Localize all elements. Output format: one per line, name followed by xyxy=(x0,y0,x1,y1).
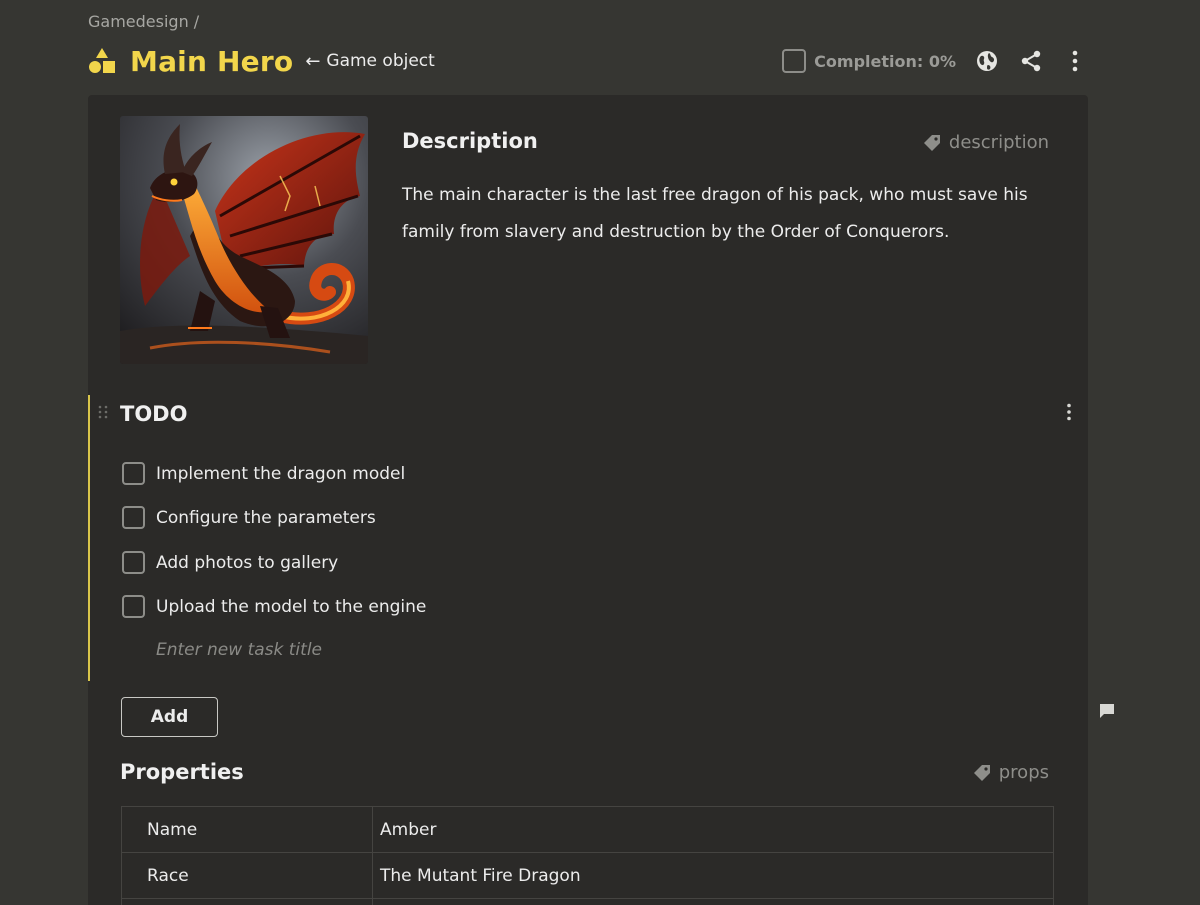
property-value[interactable]: The Mutant Fire Dragon xyxy=(372,852,1054,899)
tag-icon xyxy=(923,134,940,151)
properties-table: Name Amber Race The Mutant Fire Dragon xyxy=(121,806,1054,905)
header-actions: Completion: 0% xyxy=(782,46,1088,76)
todo-checkbox[interactable] xyxy=(122,551,145,574)
object-type-link[interactable]: ← Game object xyxy=(305,51,435,72)
todo-checkbox[interactable] xyxy=(122,462,145,485)
share-icon[interactable] xyxy=(1018,48,1044,74)
todo-item-label: Implement the dragon model xyxy=(156,463,406,484)
shapes-icon xyxy=(89,48,115,73)
todo-title: TODO xyxy=(120,402,188,426)
todo-checkbox[interactable] xyxy=(122,595,145,618)
property-name[interactable]: Race xyxy=(121,852,373,899)
property-name[interactable]: Name xyxy=(121,806,373,853)
completion-label: Completion: 0% xyxy=(814,51,956,71)
more-vertical-icon[interactable] xyxy=(1062,48,1088,74)
property-value[interactable] xyxy=(372,898,1054,905)
todo-item[interactable]: Add photos to gallery xyxy=(122,551,338,574)
completion-checkbox[interactable] xyxy=(782,49,807,73)
todo-item[interactable]: Upload the model to the engine xyxy=(122,595,426,618)
add-task-button[interactable]: Add xyxy=(121,697,218,737)
completion-toggle[interactable]: Completion: 0% xyxy=(782,49,956,73)
todo-checkbox[interactable] xyxy=(122,506,145,529)
table-row[interactable]: Race The Mutant Fire Dragon xyxy=(121,852,1054,899)
arrow-left-icon: ← xyxy=(305,50,321,72)
description-text[interactable]: The main character is the last free drag… xyxy=(402,177,1042,251)
todo-item-label: Upload the model to the engine xyxy=(156,596,427,617)
properties-tag-label: props xyxy=(998,762,1049,783)
properties-title: Properties xyxy=(120,760,244,784)
properties-tag[interactable]: props xyxy=(973,762,1049,783)
object-card: Description description The main charact… xyxy=(88,95,1088,905)
page: Gamedesign / Main Hero ← Game object Com… xyxy=(0,0,1200,905)
title-row: Main Hero ← Game object xyxy=(88,42,435,80)
todo-section: TODO Implement the dragon model Configur… xyxy=(88,395,1088,681)
todo-item-label: Configure the parameters xyxy=(156,507,376,528)
description-title: Description xyxy=(402,129,538,153)
todo-item[interactable]: Implement the dragon model xyxy=(122,462,405,485)
hero-image[interactable] xyxy=(120,116,368,364)
comment-icon[interactable] xyxy=(1098,702,1116,720)
description-tag[interactable]: description xyxy=(923,132,1049,153)
more-vertical-icon[interactable] xyxy=(1066,403,1072,421)
todo-item[interactable]: Configure the parameters xyxy=(122,506,376,529)
todo-item-label: Add photos to gallery xyxy=(156,552,339,573)
globe-icon[interactable] xyxy=(974,48,1000,74)
drag-handle-icon[interactable] xyxy=(98,405,108,419)
tag-icon xyxy=(973,764,990,781)
page-title[interactable]: Main Hero xyxy=(130,45,293,78)
table-row[interactable]: Name Amber xyxy=(121,806,1054,853)
property-value[interactable]: Amber xyxy=(372,806,1054,853)
object-type-label: Game object xyxy=(326,51,435,71)
description-tag-label: description xyxy=(948,132,1049,153)
breadcrumb[interactable]: Gamedesign / xyxy=(88,12,199,31)
new-task-input[interactable]: Enter new task title xyxy=(156,640,322,660)
table-row[interactable] xyxy=(121,898,1054,905)
property-name[interactable] xyxy=(121,898,373,905)
